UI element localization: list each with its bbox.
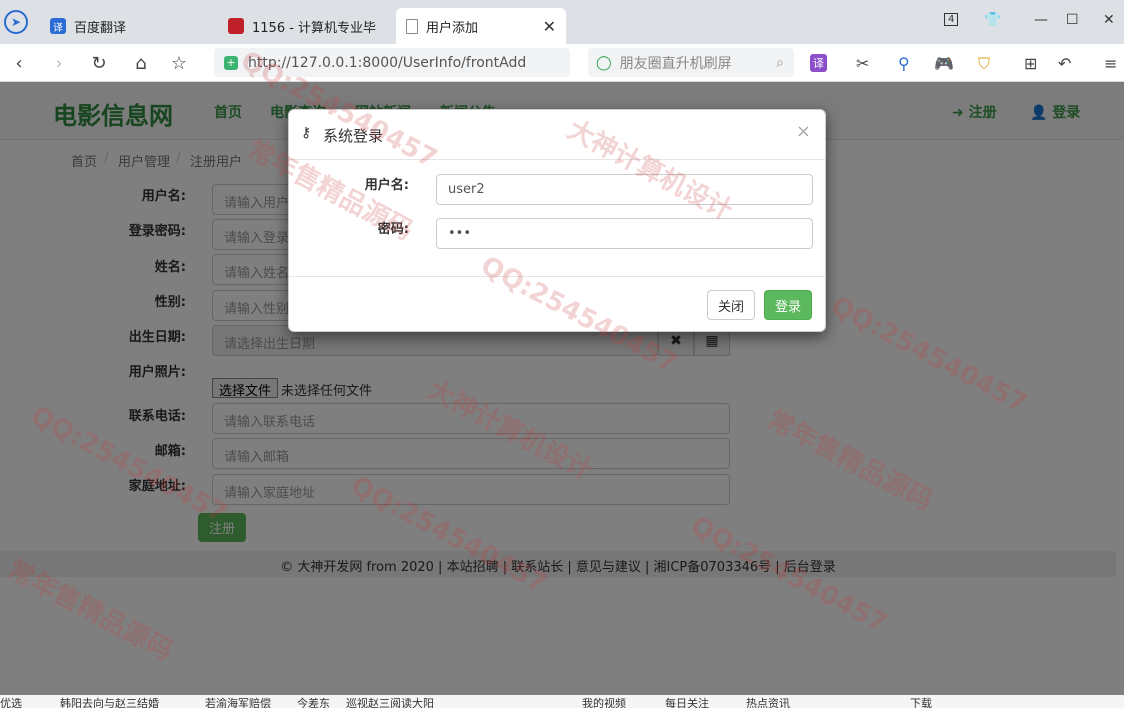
status-item[interactable]: 巡视赵三阅读大阳: [346, 695, 434, 708]
search-engine-icon: ◯: [596, 54, 612, 71]
status-item[interactable]: 每日关注: [665, 695, 709, 708]
tab-computer-major[interactable]: 1156 - 计算机专业毕: [218, 8, 396, 44]
forward-icon[interactable]: ›: [46, 50, 72, 76]
menu-icon[interactable]: ≡: [1104, 54, 1117, 73]
tab-label: 1156 - 计算机专业毕: [252, 20, 377, 36]
url-text: http://127.0.0.1:8000/UserInfo/frontAdd: [248, 54, 527, 71]
game-icon[interactable]: 🎮: [934, 54, 954, 73]
search-icon[interactable]: ⌕: [776, 55, 784, 71]
modal-password-label: 密码:: [377, 222, 409, 237]
status-item[interactable]: 下载: [910, 695, 932, 708]
tab-bar: ➤ 译 百度翻译 1156 - 计算机专业毕 用户添加 ✕ 4 👕 — ☐ ✕: [0, 0, 1124, 44]
scissors-icon[interactable]: ✂: [856, 54, 869, 73]
secure-shield-icon: +: [224, 55, 238, 70]
login-modal: ⚷ 系统登录 × 用户名: user2 密码: ••• 关闭 登录: [288, 109, 826, 332]
minimize-icon[interactable]: —: [1034, 12, 1048, 28]
nav-bar: ‹ › ↻ ⌂ ☆ + http://127.0.0.1:8000/UserIn…: [0, 44, 1124, 82]
china-flag-icon: [228, 18, 244, 34]
undo-icon[interactable]: ↶: [1058, 54, 1071, 73]
status-item[interactable]: 我的视频: [582, 695, 626, 708]
star-icon[interactable]: ☆: [166, 50, 192, 76]
tab-baidu-translate[interactable]: 译 百度翻译: [40, 8, 212, 44]
reload-icon[interactable]: ↻: [86, 50, 112, 76]
tab-label: 用户添加: [426, 20, 479, 36]
modal-footer-divider: [289, 276, 825, 277]
shirt-icon[interactable]: 👕: [984, 12, 1001, 28]
modal-password-input[interactable]: •••: [436, 218, 813, 249]
address-bar[interactable]: + http://127.0.0.1:8000/UserInfo/frontAd…: [214, 48, 570, 77]
magnifier-icon[interactable]: ⚲: [898, 54, 910, 73]
modal-username-input[interactable]: user2: [436, 174, 813, 205]
modal-login-button[interactable]: 登录: [764, 290, 812, 320]
browser-logo-icon[interactable]: ➤: [4, 10, 28, 34]
status-item[interactable]: 优选: [0, 695, 22, 708]
grid-icon[interactable]: ⊞: [1024, 54, 1037, 73]
window-close-icon[interactable]: ✕: [1103, 12, 1115, 28]
browser-chrome: ➤ 译 百度翻译 1156 - 计算机专业毕 用户添加 ✕ 4 👕 — ☐ ✕ …: [0, 0, 1124, 82]
modal-close-icon[interactable]: ×: [796, 121, 811, 142]
search-box[interactable]: ◯ 朋友圈直升机刷屏 ⌕: [588, 48, 794, 77]
coin-shield-icon[interactable]: ⛉: [978, 54, 990, 74]
search-placeholder: 朋友圈直升机刷屏: [619, 55, 732, 72]
modal-header: ⚷ 系统登录 ×: [289, 110, 825, 160]
tab-label: 百度翻译: [74, 20, 127, 36]
status-item[interactable]: 热点资讯: [746, 695, 790, 708]
status-bar: 优选 韩阳去向与赵三结婚 若渝海军赔偿 今差东 巡视赵三阅读大阳 我的视频 每日…: [0, 695, 1124, 708]
status-item[interactable]: 今差东: [297, 695, 330, 708]
tab-close-icon[interactable]: ✕: [543, 17, 556, 36]
status-item[interactable]: 若渝海军赔偿: [205, 695, 271, 708]
status-item[interactable]: 韩阳去向与赵三结婚: [60, 695, 159, 708]
page-icon: [406, 18, 418, 34]
home-icon[interactable]: ⌂: [128, 50, 154, 76]
translate-icon: 译: [50, 18, 66, 34]
tab-user-add[interactable]: 用户添加 ✕: [396, 8, 566, 44]
translate-ext-icon[interactable]: 译: [810, 54, 827, 72]
maximize-icon[interactable]: ☐: [1066, 12, 1079, 28]
modal-title: 系统登录: [323, 127, 384, 145]
modal-close-button[interactable]: 关闭: [707, 290, 755, 320]
key-icon: ⚷: [301, 125, 312, 141]
tab-count-badge[interactable]: 4: [944, 13, 959, 26]
modal-username-label: 用户名:: [364, 178, 409, 193]
back-icon[interactable]: ‹: [6, 50, 32, 76]
